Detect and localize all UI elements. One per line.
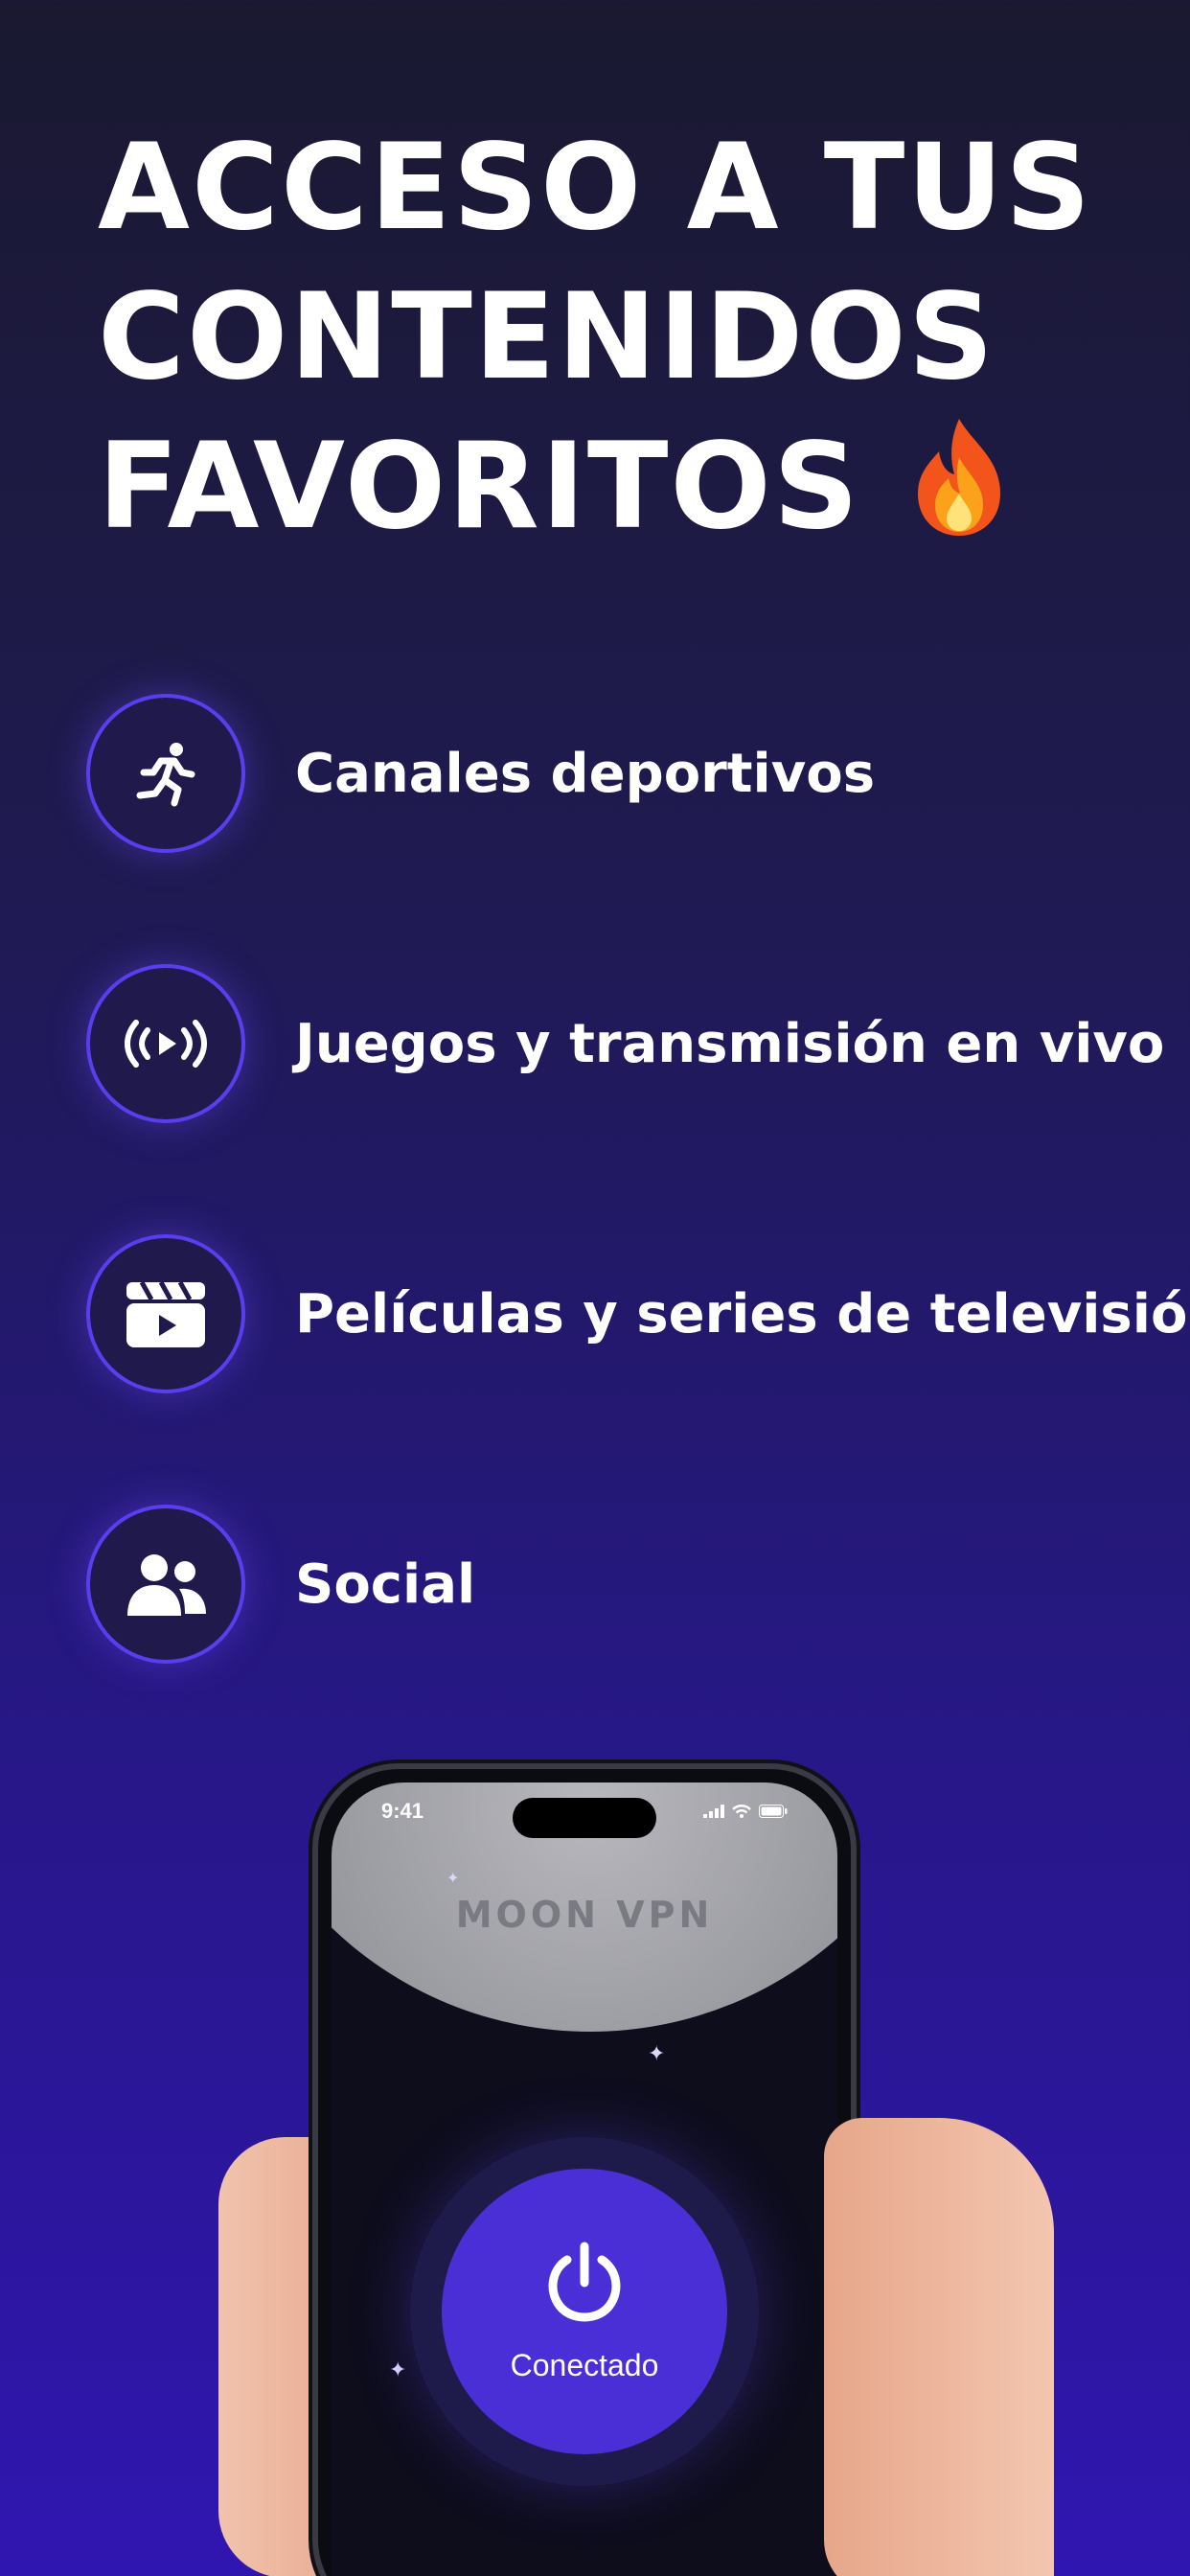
feature-item: Películas y series de televisión (86, 1234, 1190, 1393)
feature-item: Juegos y transmisión en vivo (86, 964, 1169, 1123)
power-ring: Conectado (410, 2137, 759, 2486)
feature-list: Canales deportivos Juegos y transmisión … (86, 694, 1190, 1775)
feature-label: Social (295, 1552, 476, 1616)
connection-status: Conectado (510, 2347, 659, 2382)
app-brand: MOON VPN (455, 1894, 714, 1936)
fire-icon (906, 415, 1012, 574)
running-person-icon (86, 694, 245, 853)
signal-icon (703, 1805, 724, 1818)
status-time: 9:41 (381, 1799, 424, 1823)
hand-right (824, 2118, 1054, 2576)
star-icon: ✦ (648, 2041, 666, 2065)
headline-line-1: ACCESO A TUS (98, 119, 1093, 257)
people-icon (86, 1505, 245, 1664)
phone-screen: ✦ ✦ ✦ 9:41 MOON VPN Conectado (332, 1782, 837, 2576)
clapperboard-icon (86, 1234, 245, 1393)
power-icon (548, 2242, 621, 2321)
phone-mockup: ✦ ✦ ✦ 9:41 MOON VPN Conectado (0, 1754, 1190, 2576)
power-button[interactable]: Conectado (442, 2169, 727, 2454)
headline: ACCESO A TUS CONTENIDOS FAVORITOS (98, 113, 1113, 574)
feature-item: Canales deportivos (86, 694, 1169, 853)
wifi-icon (732, 1805, 751, 1818)
battery-icon (759, 1805, 788, 1818)
feature-item: Social (86, 1505, 1169, 1664)
headline-line-3: FAVORITOS (98, 418, 861, 556)
feature-label: Canales deportivos (295, 742, 876, 805)
headline-line-2: CONTENIDOS (98, 268, 996, 406)
live-broadcast-icon (86, 964, 245, 1123)
star-icon: ✦ (446, 1871, 460, 1887)
star-icon: ✦ (389, 2358, 407, 2381)
phone-device: ✦ ✦ ✦ 9:41 MOON VPN Conectado (312, 1763, 857, 2576)
dynamic-island (513, 1798, 656, 1838)
feature-label: Películas y series de televisión (295, 1282, 1190, 1346)
feature-label: Juegos y transmisión en vivo (295, 1012, 1165, 1075)
